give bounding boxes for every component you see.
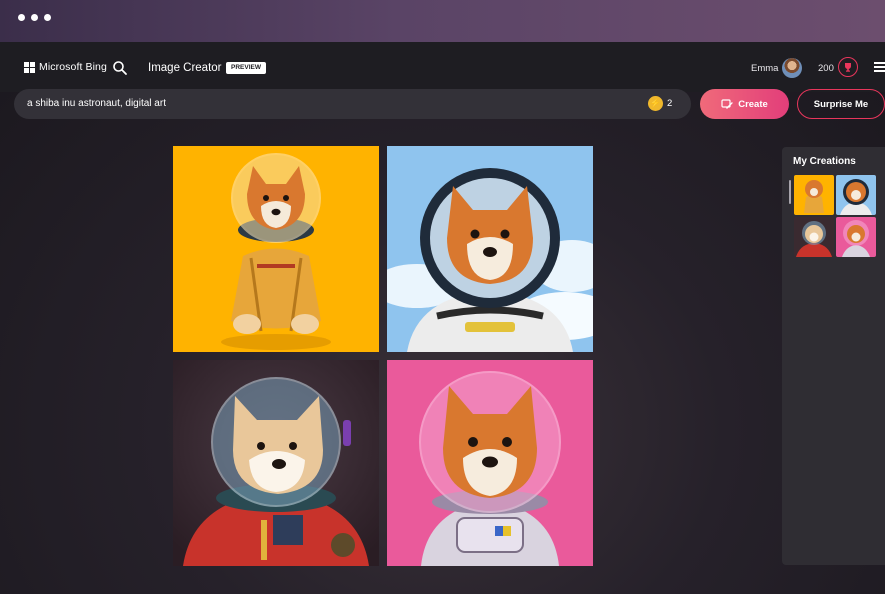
avatar[interactable] — [782, 58, 802, 78]
top-nav: Microsoft Bing Image Creator PREVIEW Emm… — [0, 42, 885, 92]
window-titlebar — [0, 0, 885, 42]
result-image-1[interactable] — [173, 146, 379, 352]
dot-icon — [44, 14, 51, 21]
my-creations-panel: My Creations — [782, 147, 885, 565]
shiba-astronaut-red-suit-image — [173, 360, 379, 566]
image-creator-app: Microsoft Bing Image Creator PREVIEW Emm… — [0, 42, 885, 594]
result-image-3[interactable] — [173, 360, 379, 566]
user-name[interactable]: Emma — [751, 63, 778, 74]
hamburger-menu-icon[interactable] — [874, 62, 885, 73]
surprise-me-label: Surprise Me — [813, 98, 869, 110]
prompt-bar: ⚡ 2 — [14, 89, 691, 119]
dot-icon — [18, 14, 25, 21]
creation-thumbnail[interactable] — [794, 217, 834, 257]
window-menu-dots[interactable] — [18, 14, 51, 21]
shiba-astronaut-sky-image — [387, 146, 593, 352]
result-image-2[interactable] — [387, 146, 593, 352]
creation-thumbnail[interactable] — [836, 217, 876, 257]
creation-thumbnail-icon — [794, 217, 834, 257]
surprise-me-button[interactable]: Surprise Me — [797, 89, 885, 119]
brand-name: Microsoft Bing — [39, 61, 107, 73]
rewards-trophy-icon[interactable] — [838, 57, 858, 77]
search-icon[interactable] — [112, 60, 128, 76]
create-button[interactable]: Create — [700, 89, 789, 119]
creation-thumbnail[interactable] — [836, 175, 876, 215]
create-button-label: Create — [738, 98, 768, 110]
shiba-astronaut-yellow-image — [173, 146, 379, 352]
shiba-astronaut-pink-image — [387, 360, 593, 566]
result-image-4[interactable] — [387, 360, 593, 566]
my-creations-title: My Creations — [793, 156, 856, 167]
creation-thumbnail[interactable] — [794, 175, 834, 215]
creation-thumbnail-icon — [836, 217, 876, 257]
creations-scrollbar[interactable] — [789, 180, 791, 204]
trophy-icon — [845, 63, 851, 72]
boost-coin-icon: ⚡ — [648, 96, 663, 111]
prompt-input[interactable] — [27, 89, 627, 119]
creation-thumbnail-icon — [836, 175, 876, 215]
dot-icon — [31, 14, 38, 21]
microsoft-logo-icon — [24, 61, 35, 73]
preview-badge: PREVIEW — [226, 62, 266, 74]
page-title[interactable]: Image Creator — [148, 62, 222, 74]
bing-logo-link[interactable]: Microsoft Bing — [24, 61, 107, 73]
create-brush-icon — [721, 99, 734, 109]
creation-thumbnail-icon — [794, 175, 834, 215]
rewards-points[interactable]: 200 — [818, 63, 834, 74]
boost-count: 2 — [667, 98, 673, 109]
